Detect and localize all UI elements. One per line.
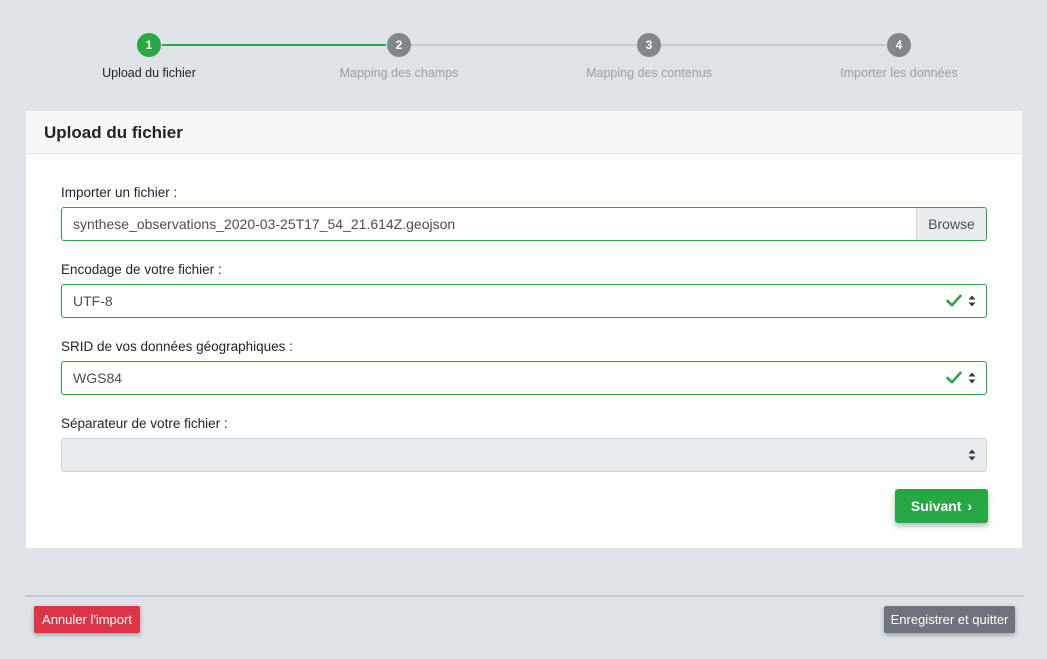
step-number: 3 <box>637 33 661 57</box>
step-label: Mapping des champs <box>339 66 459 80</box>
step-mapping-fields[interactable]: 2 Mapping des champs <box>299 33 499 80</box>
next-label: Suivant <box>910 498 962 514</box>
select-arrows-icon <box>968 449 976 461</box>
separator-group: Séparateur de votre fichier : <box>61 416 988 472</box>
encoding-select[interactable]: UTF-8 <box>61 284 987 318</box>
import-stepper: 1 Upload du fichier 2 Mapping des champs… <box>0 0 1047 100</box>
srid-label: SRID de vos données géographiques : <box>61 339 293 354</box>
separator-select[interactable] <box>61 438 987 472</box>
check-icon <box>946 294 962 307</box>
step-mapping-contents[interactable]: 3 Mapping des contenus <box>549 33 749 80</box>
browse-button[interactable]: Browse <box>916 208 986 240</box>
file-name: synthese_observations_2020-03-25T17_54_2… <box>73 216 456 232</box>
step-upload[interactable]: 1 Upload du fichier <box>49 33 249 80</box>
srid-select[interactable]: WGS84 <box>61 361 987 395</box>
step-label: Upload du fichier <box>102 66 196 80</box>
upload-card: Upload du fichier Importer un fichier : … <box>25 110 1023 549</box>
import-page: 1 Upload du fichier 2 Mapping des champs… <box>0 0 1047 659</box>
srid-value: WGS84 <box>73 370 123 386</box>
footer-divider <box>25 595 1024 597</box>
select-arrows-icon <box>968 372 976 384</box>
select-arrows-icon <box>968 295 976 307</box>
separator-label: Séparateur de votre fichier : <box>61 416 228 431</box>
chevron-right-icon: › <box>967 498 973 514</box>
step-label: Importer les données <box>840 66 958 80</box>
file-input[interactable]: synthese_observations_2020-03-25T17_54_2… <box>61 207 987 241</box>
step-label: Mapping des contenus <box>586 66 712 80</box>
cancel-import-button[interactable]: Annuler l'import <box>34 606 140 633</box>
encoding-label: Encodage de votre fichier : <box>61 262 222 277</box>
step-number: 4 <box>887 33 911 57</box>
file-label: Importer un fichier : <box>61 185 178 200</box>
file-group: Importer un fichier : synthese_observati… <box>61 185 988 241</box>
card-title: Upload du fichier <box>26 111 1022 154</box>
step-number: 1 <box>137 33 161 57</box>
srid-group: SRID de vos données géographiques : WGS8… <box>61 339 988 395</box>
encoding-value: UTF-8 <box>73 293 113 309</box>
encoding-group: Encodage de votre fichier : UTF-8 <box>61 262 988 318</box>
step-import-data[interactable]: 4 Importer les données <box>799 33 999 80</box>
save-and-quit-button[interactable]: Enregistrer et quitter <box>884 606 1015 633</box>
check-icon <box>946 371 962 384</box>
step-number: 2 <box>387 33 411 57</box>
next-button[interactable]: Suivant › <box>895 489 988 523</box>
